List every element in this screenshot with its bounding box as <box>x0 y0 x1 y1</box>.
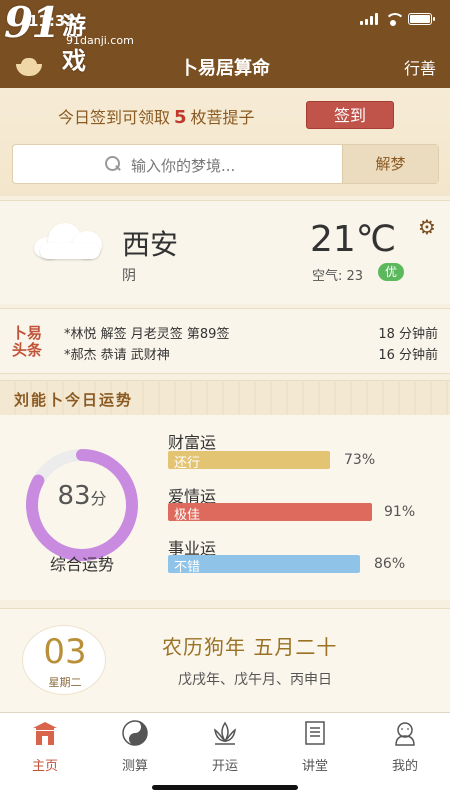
overall-score-label: 综合运势 <box>49 555 114 574</box>
book-icon <box>305 721 325 745</box>
headline-time: 18 分钟前 <box>378 327 438 342</box>
headlines-ticker[interactable]: 卜易头条 *林悦 解签 月老灵签 第89签 18 分钟前 *郝杰 恭请 武财神 … <box>0 308 450 374</box>
wealth-fortune-percent: 73% <box>344 452 376 468</box>
ganzhi-date: 戊戌年、戊午月、丙申日 <box>178 672 332 688</box>
search-icon <box>105 156 121 172</box>
tab-calculate-label: 测算 <box>121 759 148 774</box>
home-indicator <box>152 785 298 790</box>
headline-time: 16 分钟前 <box>378 348 438 363</box>
career-fortune-bar: 不错 <box>168 555 360 575</box>
signin-button[interactable]: 签到 <box>306 101 394 129</box>
tab-lecture-label: 讲堂 <box>301 759 328 774</box>
watermark-url: 91danji.com <box>66 34 134 47</box>
tab-mine[interactable]: 我的 <box>360 719 450 774</box>
calendar-day: 03 <box>43 632 87 672</box>
wifi-icon <box>385 13 405 26</box>
signin-prompt: 今日签到可领取 5 枚菩提子 <box>58 104 255 128</box>
signin-count: 5 <box>174 107 187 128</box>
overall-score-unit: 分 <box>90 489 107 508</box>
career-fortune-percent: 86% <box>374 556 406 572</box>
tab-luck[interactable]: 开运 <box>180 719 270 774</box>
signin-prompt-post: 枚菩提子 <box>190 108 255 127</box>
watermark-number: 91 <box>4 0 60 47</box>
weather-temperature: 21℃ <box>310 219 397 260</box>
interpret-dream-button[interactable]: 解梦 <box>342 145 438 183</box>
love-fortune-level: 极佳 <box>174 508 201 523</box>
headline-item[interactable]: *郝杰 恭请 武财神 16 分钟前 <box>64 344 440 364</box>
dream-search-input[interactable]: 输入你的梦境... <box>131 155 235 176</box>
tab-calculate[interactable]: 测算 <box>90 719 180 774</box>
lotus-icon <box>214 721 236 745</box>
air-quality-label: 空气: 23 <box>312 269 364 284</box>
weather-city: 西安 <box>122 228 179 261</box>
tab-mine-label: 我的 <box>391 759 418 774</box>
overall-score-value: 83 <box>57 481 91 511</box>
gear-icon[interactable]: ⚙ <box>418 215 436 239</box>
weather-condition: 阴 <box>122 268 136 284</box>
calendar-card[interactable]: 03 星期二 农历狗年 五月二十 戊戌年、戊午月、丙申日 <box>0 608 450 712</box>
charity-button[interactable]: 行善 <box>404 55 436 79</box>
signal-icon <box>360 13 378 25</box>
signin-section: 今日签到可领取 5 枚菩提子 签到 输入你的梦境... 解梦 <box>0 88 450 196</box>
watermark-logo: 91 游戏 91danji.com <box>4 0 134 76</box>
overall-score: 83分 <box>18 481 146 511</box>
lunar-date: 农历狗年 五月二十 <box>162 635 338 659</box>
love-fortune-bar: 极佳 <box>168 503 372 523</box>
headline-item[interactable]: *林悦 解签 月老灵签 第89签 18 分钟前 <box>64 323 440 343</box>
temple-icon <box>33 722 57 745</box>
air-quality-badge: 优 <box>378 263 404 281</box>
status-icons <box>360 13 435 26</box>
wealth-fortune-bar: 还行 <box>168 451 330 471</box>
wealth-fortune-name: 财富运 <box>168 433 217 452</box>
tab-home-label: 主页 <box>31 759 58 774</box>
battery-icon <box>408 13 435 25</box>
fortune-title: 刘能卜今日运势 <box>14 391 134 409</box>
cloud-icon <box>34 219 106 259</box>
headline-text: *郝杰 恭请 武财神 <box>64 348 170 363</box>
love-fortune-percent: 91% <box>384 504 416 520</box>
tab-lecture[interactable]: 讲堂 <box>270 719 360 774</box>
signin-prompt-pre: 今日签到可领取 <box>58 108 171 127</box>
fortune-header: 刘能卜今日运势 <box>0 381 450 415</box>
tab-home[interactable]: 主页 <box>0 719 90 774</box>
headline-text: *林悦 解签 月老灵签 第89签 <box>64 327 230 342</box>
career-fortune-level: 不错 <box>174 560 201 575</box>
taiji-icon <box>122 720 148 746</box>
calendar-weekday: 星期二 <box>48 676 82 689</box>
fortune-section[interactable]: 刘能卜今日运势 83分 综合运势 财富运 还行 73% 爱情运 极佳 91% 事… <box>0 380 450 600</box>
wealth-fortune-level: 还行 <box>174 456 201 471</box>
weather-card[interactable]: 西安 阴 21℃ 空气: 23 优 ⚙ <box>0 200 450 304</box>
headlines-logo: 卜易头条 <box>12 324 43 359</box>
date-badge: 03 星期二 <box>22 625 106 695</box>
tab-luck-label: 开运 <box>211 759 238 774</box>
dream-search-box: 输入你的梦境... 解梦 <box>12 144 439 184</box>
monk-icon <box>395 722 415 746</box>
